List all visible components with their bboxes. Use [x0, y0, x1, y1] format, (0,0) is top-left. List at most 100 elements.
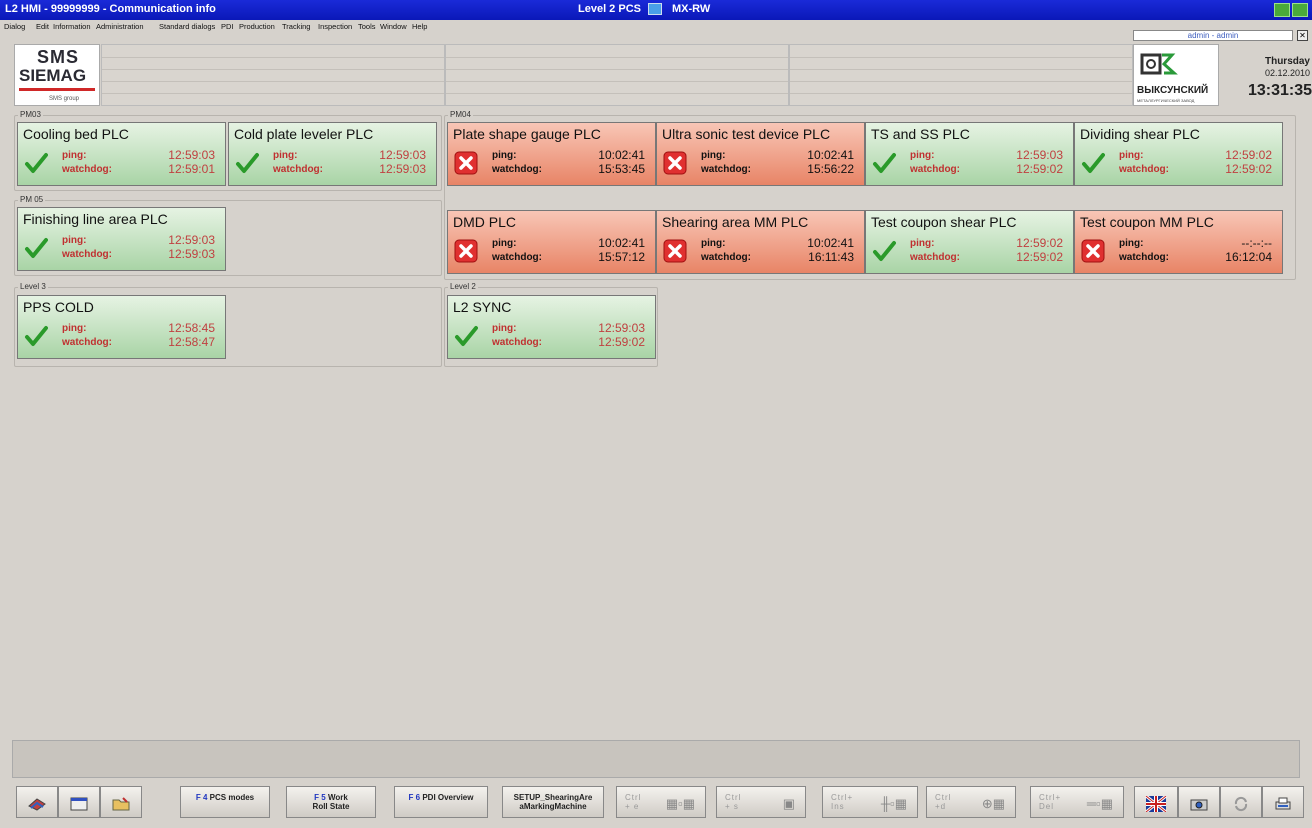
error-icon: [454, 239, 478, 263]
insert-row-icon: ╫▫▦: [880, 796, 907, 811]
pdi-overview-key: F 6: [408, 793, 421, 802]
menu-tracking[interactable]: Tracking: [282, 22, 310, 31]
ping-label: ping:: [910, 238, 935, 249]
menu-standard-dialogs[interactable]: Standard dialogs: [159, 22, 215, 31]
group-label-pm05: PM 05: [18, 195, 46, 204]
pcs-modes-button[interactable]: F 4 PCS modes: [180, 786, 270, 818]
menu-information[interactable]: Information: [53, 22, 91, 31]
watchdog-value: 12:59:03: [168, 247, 215, 261]
status-strip: [12, 740, 1300, 778]
watchdog-value: 12:59:02: [1225, 162, 1272, 176]
menu-pdi[interactable]: PDI: [221, 22, 234, 31]
setup-shearing-label1: SETUP_ShearingAre: [513, 793, 593, 802]
check-icon: [873, 241, 896, 261]
menu-edit[interactable]: Edit: [36, 22, 49, 31]
plc-card-plate-shape-gauge[interactable]: Plate shape gauge PLC ping: watchdog: 10:02…: [447, 122, 656, 186]
logo-red-bar: [19, 88, 95, 91]
watchdog-label: watchdog:: [492, 252, 542, 263]
pcs-modes-key: F 4: [195, 793, 208, 802]
maximize-button[interactable]: [1292, 3, 1308, 17]
plc-card-cold-plate-leveler[interactable]: Cold plate leveler PLC ping: watchdog: 12:5…: [228, 122, 437, 186]
ping-value: 10:02:41: [598, 148, 645, 162]
work-roll-state-button[interactable]: F 5 Work Roll State: [286, 786, 376, 818]
watchdog-label: watchdog:: [62, 164, 112, 175]
window-button[interactable]: [58, 786, 100, 818]
plc-card-cooling-bed[interactable]: Cooling bed PLC ping: watchdog: 12:59:03 12:…: [17, 122, 226, 186]
uk-flag-icon: [1145, 796, 1167, 812]
menu-dialog[interactable]: Dialog: [4, 22, 25, 31]
plc-card-test-coupon-mm[interactable]: Test coupon MM PLC ping: watchdog: --:--:--…: [1074, 210, 1283, 274]
menu-help[interactable]: Help: [412, 22, 427, 31]
customer-name: ВЫКСУНСКИЙ: [1137, 85, 1209, 96]
ctrl-s-label: Ctrl + s: [725, 793, 742, 811]
ctrl-e-button[interactable]: Ctrl + e ▦▫▦: [616, 786, 706, 818]
menu-administration[interactable]: Administration: [96, 22, 144, 31]
user-field[interactable]: admin - admin: [1133, 30, 1293, 41]
ping-value: 12:59:03: [168, 148, 215, 162]
card-title: Dividing shear PLC: [1080, 126, 1200, 142]
plc-card-shearing-area-mm[interactable]: Shearing area MM PLC ping: watchdog: 10:02:…: [656, 210, 865, 274]
watchdog-value: 12:59:02: [1016, 250, 1063, 264]
error-icon: [1081, 239, 1105, 263]
plc-card-ultra-sonic[interactable]: Ultra sonic test device PLC ping: watchdog…: [656, 122, 865, 186]
card-title: DMD PLC: [453, 214, 517, 230]
ctrl-e-label: Ctrl + e: [625, 793, 642, 811]
refresh-button[interactable]: [1220, 786, 1262, 818]
print-button[interactable]: [1262, 786, 1304, 818]
ping-value: 12:59:03: [379, 148, 426, 162]
menu-tools[interactable]: Tools: [358, 22, 376, 31]
watchdog-label: watchdog:: [1119, 164, 1169, 175]
check-icon: [25, 326, 48, 346]
watchdog-value: 12:58:47: [168, 335, 215, 349]
folder-icon: [112, 797, 130, 811]
pdi-overview-button[interactable]: F 6 PDI Overview: [394, 786, 488, 818]
vyksa-mark-icon: [1140, 53, 1178, 75]
plc-card-dividing-shear[interactable]: Dividing shear PLC ping: watchdog: 12:59:02…: [1074, 122, 1283, 186]
language-button[interactable]: [1134, 786, 1178, 818]
ping-label: ping:: [701, 238, 726, 249]
watchdog-label: watchdog:: [492, 164, 542, 175]
menu-window[interactable]: Window: [380, 22, 407, 31]
error-icon: [663, 151, 687, 175]
plc-card-l2-sync[interactable]: L2 SYNC ping: watchdog: 12:59:03 12:59:02: [447, 295, 656, 359]
group-label-pm03: PM03: [18, 110, 43, 119]
camera-button[interactable]: [1178, 786, 1220, 818]
ctrl-s-button[interactable]: Ctrl + s ▣: [716, 786, 806, 818]
menu-inspection[interactable]: Inspection: [318, 22, 352, 31]
menu-production[interactable]: Production: [239, 22, 275, 31]
printer-icon: [1275, 797, 1291, 810]
plc-card-test-coupon-shear[interactable]: Test coupon shear PLC ping: watchdog: 12:59…: [865, 210, 1074, 274]
plc-card-finishing-line[interactable]: Finishing line area PLC ping: watchdog: 12:…: [17, 207, 226, 271]
ctrl-del-button[interactable]: Ctrl+ Del ═▫▦: [1030, 786, 1124, 818]
plc-card-dmd[interactable]: DMD PLC ping: watchdog: 10:02:41 15:57:12: [447, 210, 656, 274]
card-title: TS and SS PLC: [871, 126, 970, 142]
error-icon: [454, 151, 478, 175]
watchdog-label: watchdog:: [62, 337, 112, 348]
card-title: Finishing line area PLC: [23, 211, 168, 227]
watchdog-value: 15:53:45: [598, 162, 645, 176]
card-title: Test coupon shear PLC: [871, 214, 1017, 230]
plc-card-ts-ss[interactable]: TS and SS PLC ping: watchdog: 12:59:03 12:59…: [865, 122, 1074, 186]
ping-label: ping:: [701, 150, 726, 161]
card-title: Shearing area MM PLC: [662, 214, 809, 230]
ctrl-d-button[interactable]: Ctrl +d ⊕▦: [926, 786, 1016, 818]
book-button[interactable]: [16, 786, 58, 818]
ping-label: ping:: [492, 238, 517, 249]
work-roll-key: F 5: [314, 793, 326, 802]
restore-button[interactable]: [1274, 3, 1290, 17]
plc-card-pps-cold[interactable]: PPS COLD ping: watchdog: 12:58:45 12:58:47: [17, 295, 226, 359]
watchdog-label: watchdog:: [1119, 252, 1169, 263]
card-title: Cooling bed PLC: [23, 126, 129, 142]
ctrl-ins-button[interactable]: Ctrl+ Ins ╫▫▦: [822, 786, 918, 818]
card-title: Cold plate leveler PLC: [234, 126, 374, 142]
watchdog-label: watchdog:: [910, 252, 960, 263]
ping-label: ping:: [910, 150, 935, 161]
delete-row-icon: ═▫▦: [1086, 796, 1113, 811]
ctrl-del-label: Ctrl+ Del: [1039, 793, 1062, 811]
setup-shearing-button[interactable]: SETUP_ShearingAre aMarkingMachine: [502, 786, 604, 818]
menu-bar: Dialog Edit Information Administration S…: [0, 20, 1312, 34]
folder-button[interactable]: [100, 786, 142, 818]
close-icon[interactable]: ✕: [1297, 30, 1308, 41]
save-icon: ▣: [782, 796, 795, 811]
system-label: Level 2 PCS: [578, 3, 641, 15]
